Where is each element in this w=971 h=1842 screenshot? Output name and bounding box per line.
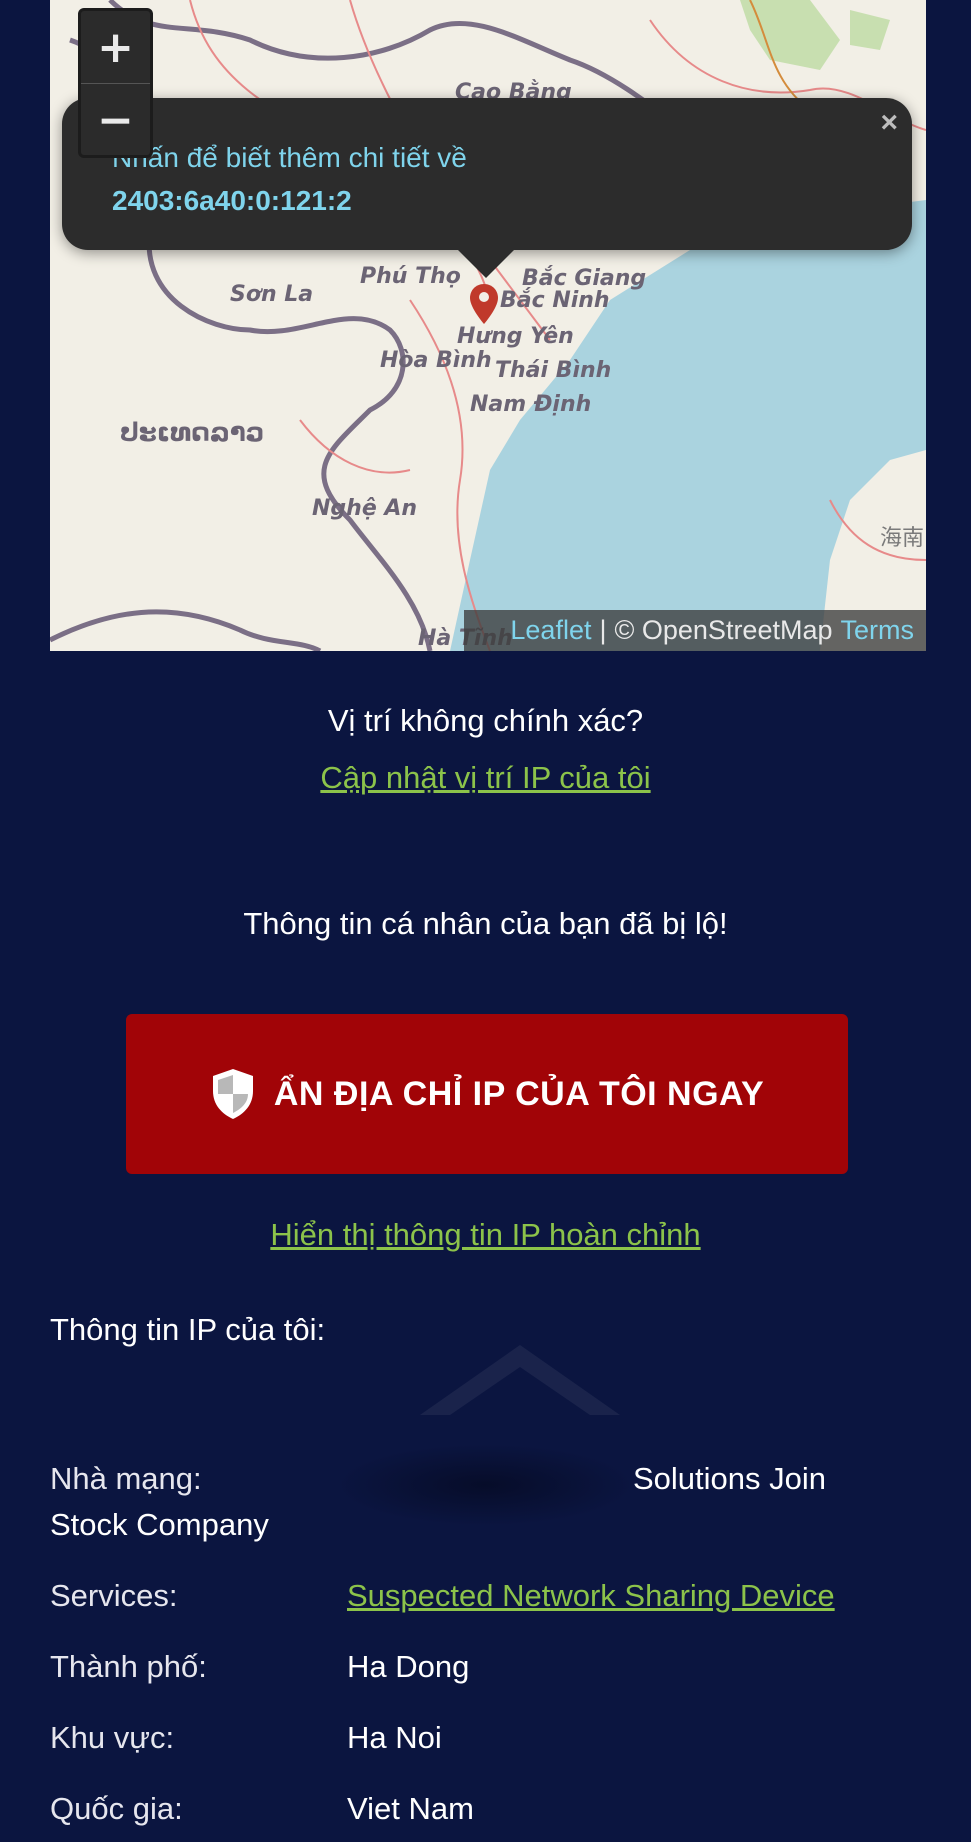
- map-popup[interactable]: Nhấn để biết thêm chi tiết về 2403:6a40:…: [62, 98, 912, 278]
- ip-location-map[interactable]: Cao Bằng Sơn La Phú Thọ Bắc Giang Bắc Ni…: [50, 0, 926, 651]
- map-label-son-la: Sơn La: [230, 282, 314, 307]
- terms-link[interactable]: Terms: [841, 615, 915, 646]
- ip-info-title: Thông tin IP của tôi:: [50, 1312, 326, 1347]
- map-label-hoa-binh: Hòa Bình: [380, 348, 492, 373]
- update-location-link[interactable]: Cập nhật vị trí IP của tôi: [320, 760, 650, 795]
- zoom-in-button[interactable]: +: [81, 11, 150, 83]
- popup-text: Nhấn để biết thêm chi tiết về 2403:6a40:…: [112, 136, 467, 222]
- location-question: Vị trí không chính xác?: [327, 703, 644, 738]
- isp-label: Nhà mạng:: [50, 1461, 202, 1496]
- close-icon[interactable]: ×: [880, 106, 898, 140]
- region-value: Ha Noi: [347, 1720, 442, 1755]
- city-label: Thành phố:: [50, 1649, 207, 1684]
- city-value: Ha Dong: [347, 1649, 470, 1684]
- map-label-laos: ປະເທດລາວ: [120, 418, 265, 448]
- country-value: Viet Nam: [347, 1791, 474, 1826]
- map-label-nghe-an: Nghệ An: [312, 496, 418, 521]
- region-label: Khu vực:: [50, 1720, 175, 1755]
- hide-ip-button[interactable]: ẨN ĐỊA CHỈ IP CỦA TÔI NGAY: [126, 1014, 848, 1174]
- show-full-info-link[interactable]: Hiển thị thông tin IP hoàn chỉnh: [270, 1217, 700, 1252]
- isp-value: Solutions Join: [633, 1461, 827, 1496]
- map-label-phu-tho: Phú Thọ: [360, 264, 461, 289]
- country-label: Quốc gia:: [50, 1791, 183, 1826]
- zoom-control: + −: [78, 8, 153, 158]
- map-pin-icon[interactable]: [470, 284, 498, 324]
- map-label-nam-dinh: Nam Định: [470, 392, 592, 417]
- services-link[interactable]: Suspected Network Sharing Device: [347, 1578, 835, 1614]
- shield-icon: [212, 1069, 253, 1119]
- services-label: Services:: [50, 1578, 178, 1613]
- popup-ip-address[interactable]: 2403:6a40:0:121:2: [112, 179, 467, 222]
- exposed-warning: Thông tin cá nhân của bạn đã bị lộ!: [243, 906, 728, 941]
- map-label-thai-binh: Thái Bình: [495, 358, 612, 383]
- attribution-separator: |: [599, 615, 607, 645]
- show-full-info-container: Hiển thị thông tin IP hoàn chỉnh: [0, 1217, 971, 1253]
- hide-ip-button-label: ẨN ĐỊA CHỈ IP CỦA TÔI NGAY: [273, 1074, 765, 1113]
- isp-value-continued: Stock Company: [50, 1507, 269, 1542]
- map-attribution: Leaflet | © OpenStreetMap Terms: [464, 610, 926, 651]
- osm-credit: © OpenStreetMap: [614, 615, 833, 645]
- zoom-out-button[interactable]: −: [81, 83, 150, 156]
- popup-line: Nhấn để biết thêm chi tiết về: [112, 142, 467, 173]
- map-label-hung-yen: Hưng Yên: [457, 324, 574, 349]
- redacted-area: [340, 1445, 630, 1525]
- map-label-bac-ninh: Bắc Ninh: [500, 288, 610, 313]
- map-label-hainan: 海南: [880, 526, 925, 551]
- leaflet-link[interactable]: Leaflet: [510, 615, 591, 646]
- update-location-container: Cập nhật vị trí IP của tôi: [0, 760, 971, 796]
